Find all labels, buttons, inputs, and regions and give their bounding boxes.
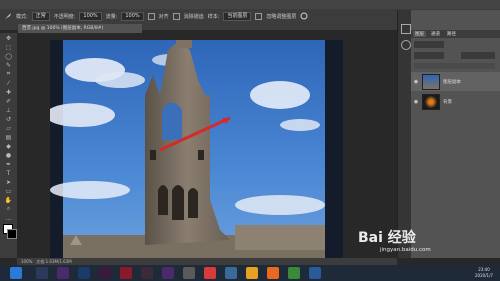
after-effects-taskbar-icon[interactable] [162,267,174,279]
lightroom-taskbar-icon[interactable] [141,267,153,279]
ignore-adjust-label: 忽略调整图层 [266,13,297,20]
blend-mode-select[interactable] [414,52,444,59]
healing-tool-icon[interactable]: ✚ [2,88,15,96]
antialias-label: 消除锯齿 [183,13,204,20]
tab-channels[interactable]: 通道 [429,31,442,37]
opacity-input[interactable]: 100% [79,11,102,21]
tools-panel: ✥ ⬚ ◯ ✎ ⌗ ⁄ ✚ ✐ ⊥ ↺ ▱ ▤ ◆ ● ✒ T ➤ ▭ ✋ ⌕ … [0,33,18,258]
cathedral-photo [50,40,343,258]
photoshop-taskbar-icon[interactable] [78,267,90,279]
color-swatches[interactable] [2,224,17,240]
zoom-level[interactable]: 100% [21,259,32,264]
visibility-eye-icon[interactable]: ◉ [413,79,419,85]
eraser-tool-icon[interactable]: ▱ [2,124,15,132]
watermark-logo: Bai 经验 [358,230,416,246]
align-label: 对齐 [158,13,169,20]
quick-select-tool-icon[interactable]: ✎ [2,61,15,69]
premiere-taskbar-icon[interactable] [57,267,69,279]
windows-taskbar: 23:40 2020/1/7 [0,265,500,281]
align-checkbox[interactable] [147,12,155,20]
mode-label: 模式: [16,13,28,20]
history-panel-icon[interactable] [401,24,411,34]
flow-label: 流量: [105,13,118,20]
document-tab-title: 西堡.jpg @ 100% (图层副本, RGB/8#) [22,26,104,31]
status-bar: 100% 文档:1.63M/1.63M [17,258,397,265]
qq-taskbar-icon[interactable] [225,267,237,279]
properties-panel-icon[interactable] [401,40,411,50]
layer-opacity-input[interactable] [461,52,495,59]
baidu-jingyan-watermark: Bai 经验 jingyan.baidu.com [358,227,488,257]
firefox-taskbar-icon[interactable] [267,267,279,279]
options-row: 模式: 正常 不透明度: 100% 流量: 100% 对齐 消除锯齿 样本: 当… [0,10,308,22]
crop-tool-icon[interactable]: ⌗ [2,70,15,78]
stamp-tool-icon[interactable]: ⊥ [2,106,15,114]
mode-select[interactable]: 正常 [31,11,50,21]
brush-tool-icon[interactable] [4,12,12,20]
blur-tool-icon[interactable]: ◆ [2,142,15,150]
watermark-url: jingyan.baidu.com [380,247,431,253]
move-tool-icon[interactable]: ✥ [2,34,15,42]
layers-panel-tabs: 图层 通道 路径 [411,30,500,38]
document-info: 文档:1.63M/1.63M [36,259,72,264]
dodge-tool-icon[interactable]: ● [2,151,15,159]
path-select-tool-icon[interactable]: ➤ [2,178,15,186]
layer-row[interactable]: ◉ 图层副本 [411,72,500,91]
more-tools-icon[interactable]: … [2,214,15,222]
opacity-label: 不透明度: [53,13,76,20]
pressure-icon[interactable] [300,12,308,20]
sample-select[interactable]: 当前图层 [223,11,252,21]
visibility-eye-icon[interactable]: ◉ [413,99,419,105]
layers-panel: 图层 通道 路径 ◉ 图层副本 ◉ 背景 [411,10,500,258]
gradient-tool-icon[interactable]: ▤ [2,133,15,141]
shape-tool-icon[interactable]: ▭ [2,187,15,195]
layer-filter-select[interactable] [414,41,444,48]
zoom-tool-icon[interactable]: ⌕ [2,205,15,213]
tab-paths[interactable]: 路径 [445,31,458,37]
background-color-swatch[interactable] [7,229,17,239]
menu-strip [0,0,500,9]
indesign-taskbar-icon[interactable] [99,267,111,279]
layer-thumbnail [422,93,440,110]
app2-taskbar-icon[interactable] [183,267,195,279]
brush-tool-icon[interactable]: ✐ [2,97,15,105]
app3-taskbar-icon[interactable] [204,267,216,279]
sample-label: 样本: [207,13,220,20]
explorer-taskbar-icon[interactable] [36,267,48,279]
layer-name: 图层副本 [443,79,461,85]
start-button-icon[interactable] [10,267,22,279]
antialias-checkbox[interactable] [172,12,180,20]
app-taskbar-icon[interactable] [120,267,132,279]
clock-date: 2020/1/7 [475,273,493,278]
taskbar-clock[interactable]: 23:40 2020/1/7 [470,267,498,279]
lasso-tool-icon[interactable]: ◯ [2,52,15,60]
document-tab[interactable]: 西堡.jpg @ 100% (图层副本, RGB/8#) [18,24,142,33]
type-tool-icon[interactable]: T [2,169,15,177]
tab-layers[interactable]: 图层 [413,31,426,37]
flow-input[interactable]: 100% [121,11,144,21]
document-canvas[interactable] [50,40,343,258]
panel-icon-strip [397,10,412,258]
app4-taskbar-icon[interactable] [288,267,300,279]
layer-thumbnail [422,73,440,90]
hand-tool-icon[interactable]: ✋ [2,196,15,204]
layer-row[interactable]: ◉ 背景 [411,92,500,111]
ignore-adjust-checkbox[interactable] [255,12,263,20]
app5-taskbar-icon[interactable] [309,267,321,279]
history-brush-tool-icon[interactable]: ↺ [2,115,15,123]
chrome-taskbar-icon[interactable] [246,267,258,279]
lock-row [414,63,495,69]
marquee-tool-icon[interactable]: ⬚ [2,43,15,51]
eyedropper-tool-icon[interactable]: ⁄ [2,79,15,87]
layer-name: 背景 [443,99,452,105]
pen-tool-icon[interactable]: ✒ [2,160,15,168]
